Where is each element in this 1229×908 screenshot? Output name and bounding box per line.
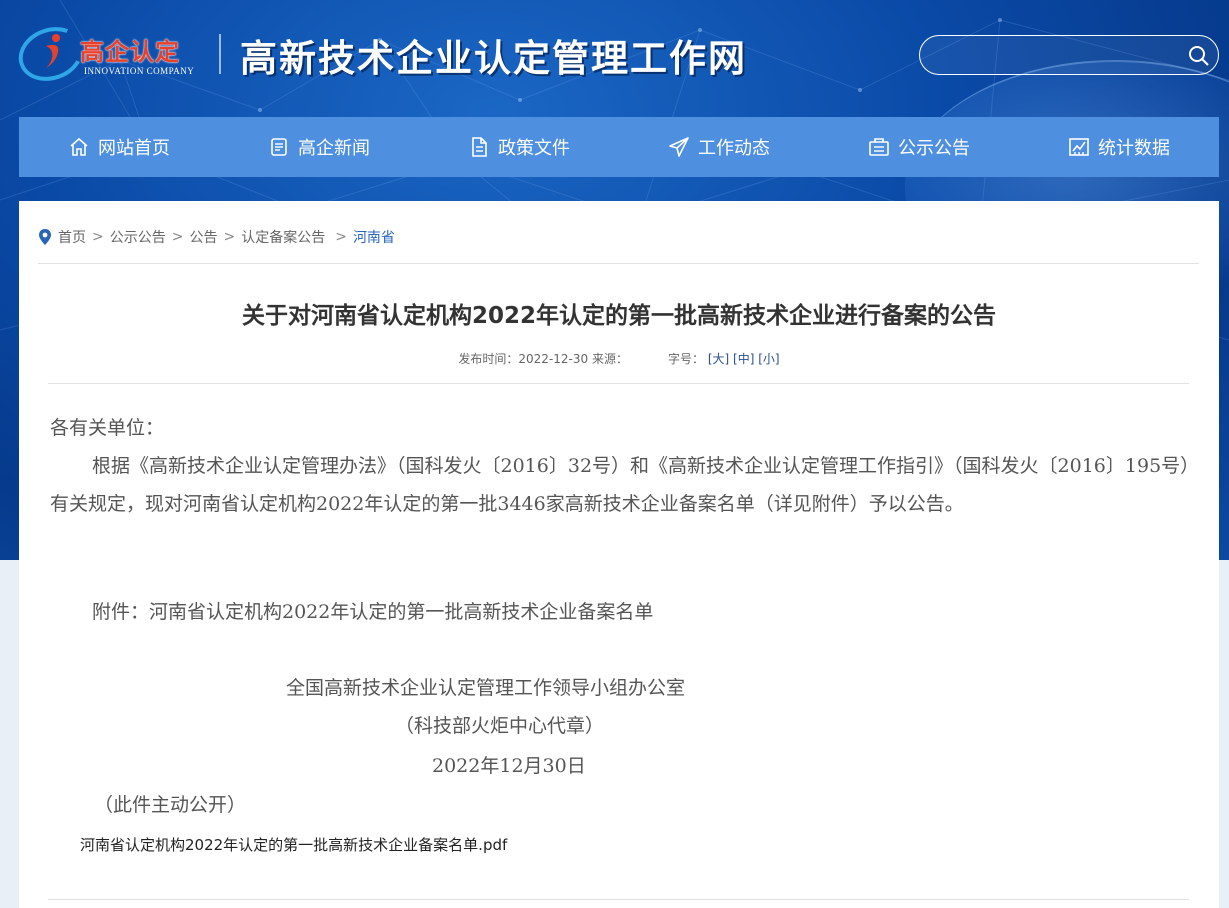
search-icon[interactable] bbox=[1188, 45, 1210, 67]
nav-label: 高企新闻 bbox=[298, 138, 370, 159]
signature-organization: 全国高新技术企业认定管理工作领导小组办公室 bbox=[286, 677, 686, 699]
news-icon bbox=[271, 138, 287, 156]
breadcrumb-separator: > bbox=[335, 229, 347, 245]
content-panel: 首页 > 公示公告 > 公告 > 认定备案公告 > 河南省 关于对河南省认定机构… bbox=[19, 201, 1219, 908]
logo-text: 高企认定 bbox=[80, 38, 180, 66]
nav-item-work[interactable]: 工作动态 bbox=[619, 117, 819, 177]
breadcrumb-filing[interactable]: 认定备案公告 bbox=[241, 227, 325, 247]
breadcrumb: 首页 > 公示公告 > 公告 > 认定备案公告 > 河南省 bbox=[38, 227, 395, 247]
breadcrumb-home[interactable]: 首页 bbox=[58, 227, 86, 247]
nav-label: 政策文件 bbox=[498, 138, 570, 159]
breadcrumb-announcement[interactable]: 公告 bbox=[189, 227, 217, 247]
site-title: 高新技术企业认定管理工作网 bbox=[240, 36, 747, 80]
article-meta: 发布时间：2022-12-30 来源： 字号： [大] [中] [小] bbox=[19, 350, 1219, 367]
salutation: 各有关单位： bbox=[50, 417, 165, 439]
signature-seal: （科技部火炬中心代章） bbox=[395, 715, 605, 737]
send-icon bbox=[669, 137, 689, 157]
document-icon bbox=[472, 137, 487, 157]
breadcrumb-current[interactable]: 河南省 bbox=[353, 227, 395, 247]
bottom-divider bbox=[48, 899, 1189, 900]
search-input[interactable] bbox=[932, 42, 1172, 70]
nav-label: 公示公告 bbox=[898, 138, 970, 159]
publish-info: 发布时间：2022-12-30 来源： bbox=[458, 352, 628, 366]
notice-icon bbox=[869, 138, 889, 156]
logo-subtitle: INNOVATION COMPANY bbox=[84, 66, 195, 76]
nav-label: 工作动态 bbox=[698, 138, 770, 159]
logo-divider bbox=[219, 34, 221, 74]
font-size-label: 字号： bbox=[667, 352, 704, 366]
attachment-note: 附件：河南省认定机构2022年认定的第一批高新技术企业备案名单 bbox=[92, 601, 654, 623]
nav-item-news[interactable]: 高企新闻 bbox=[219, 117, 419, 177]
nav-item-stats[interactable]: 统计数据 bbox=[1019, 117, 1219, 177]
location-pin-icon bbox=[39, 229, 51, 245]
attachment-pdf-link[interactable]: 河南省认定机构2022年认定的第一批高新技术企业备案名单.pdf bbox=[80, 834, 507, 855]
nav-item-policy[interactable]: 政策文件 bbox=[419, 117, 619, 177]
font-size-small[interactable]: [小] bbox=[758, 352, 779, 366]
breadcrumb-divider bbox=[38, 263, 1199, 264]
public-note: （此件主动公开） bbox=[94, 794, 247, 816]
breadcrumb-separator: > bbox=[92, 229, 104, 245]
home-icon bbox=[70, 137, 88, 156]
meta-divider bbox=[48, 383, 1189, 384]
chart-icon bbox=[1069, 138, 1089, 156]
logo-figure-icon bbox=[46, 34, 60, 68]
nav-label: 网站首页 bbox=[98, 138, 170, 159]
font-size-medium[interactable]: [中] bbox=[733, 352, 754, 366]
nav-label: 统计数据 bbox=[1098, 138, 1170, 159]
article-body: 各有关单位： 根据《高新技术企业认定管理办法》（国科发火〔2016〕32号）和《… bbox=[50, 409, 1190, 523]
breadcrumb-separator: > bbox=[223, 229, 236, 245]
main-nav: 网站首页 高企新闻 政策文件 工作动态 公示公告 统计数据 bbox=[19, 117, 1219, 177]
article-title: 关于对河南省认定机构2022年认定的第一批高新技术企业进行备案的公告 bbox=[241, 303, 996, 329]
nav-item-home[interactable]: 网站首页 bbox=[19, 117, 219, 177]
nav-item-notice[interactable]: 公示公告 bbox=[819, 117, 1019, 177]
breadcrumb-separator: > bbox=[171, 229, 184, 245]
breadcrumb-notices[interactable]: 公示公告 bbox=[110, 227, 166, 247]
signature-date: 2022年12月30日 bbox=[432, 755, 586, 777]
site-logo[interactable]: 高企认定 INNOVATION COMPANY bbox=[11, 18, 208, 90]
search-box bbox=[919, 35, 1219, 75]
font-size-large[interactable]: [大] bbox=[708, 352, 729, 366]
main-paragraph: 根据《高新技术企业认定管理办法》（国科发火〔2016〕32号）和《高新技术企业认… bbox=[50, 455, 1190, 515]
